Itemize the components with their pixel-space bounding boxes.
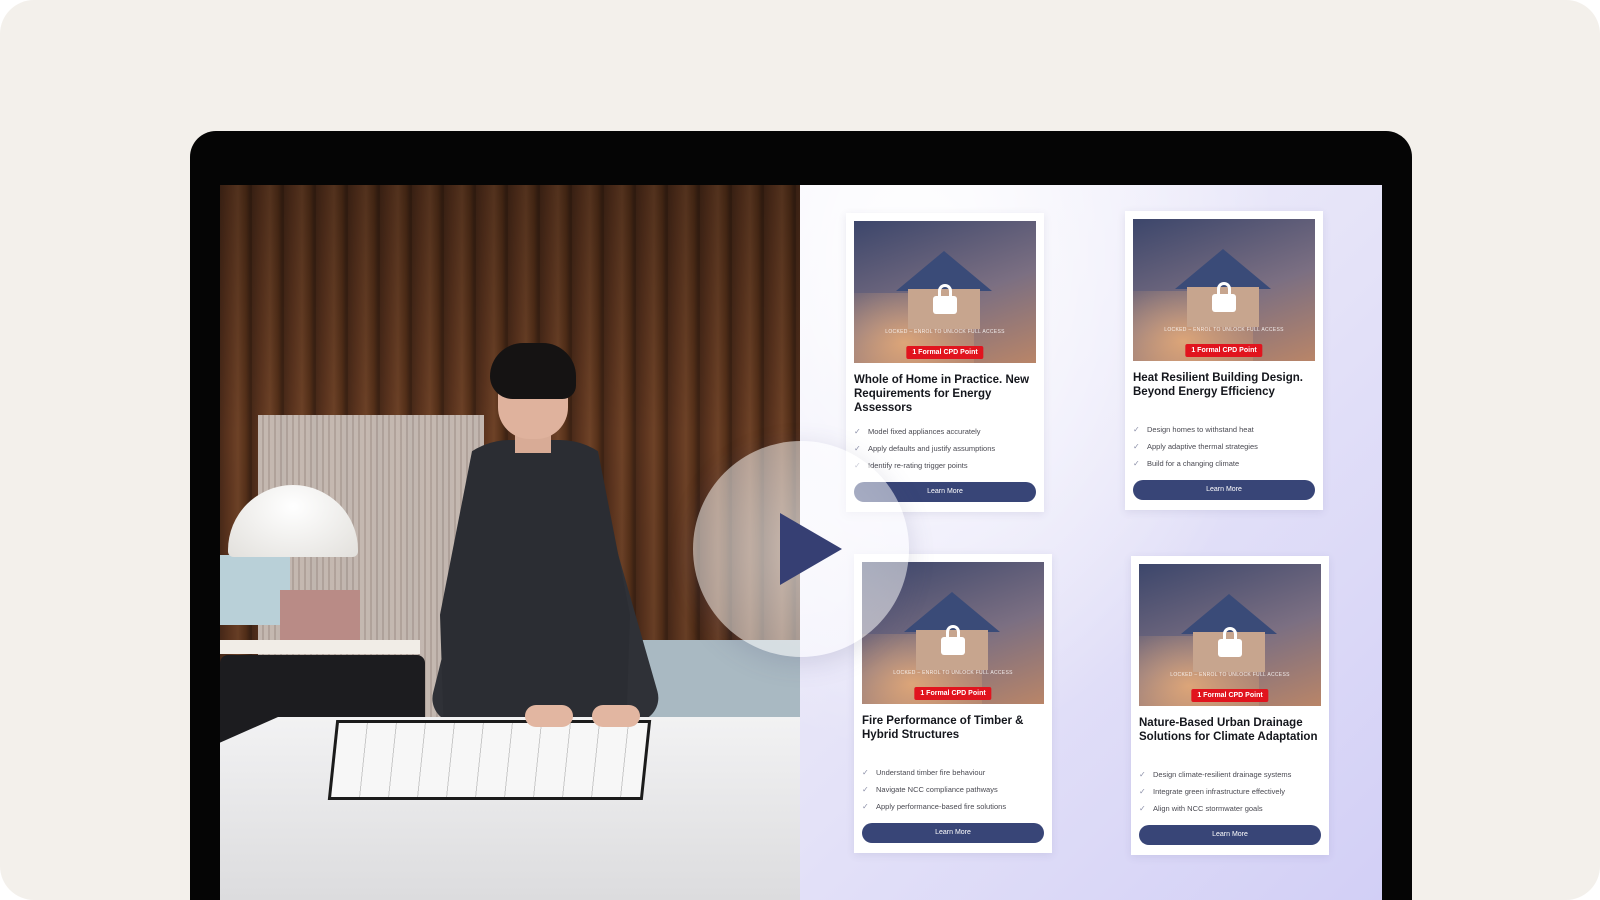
course-outcomes: ✓ Design homes to withstand heat ✓ Apply a…	[1133, 421, 1315, 472]
play-icon	[780, 513, 842, 585]
outcome-text: Apply performance-based fire solutions	[876, 802, 1007, 811]
course-card[interactable]: LOCKED – ENROL TO UNLOCK FULL ACCESS 1 F…	[1125, 211, 1323, 510]
lock-body	[933, 296, 957, 314]
check-icon: ✓	[1133, 459, 1140, 468]
shelf	[220, 640, 420, 654]
course-card[interactable]: LOCKED – ENROL TO UNLOCK FULL ACCESS 1 F…	[846, 213, 1044, 512]
course-outcomes: ✓ Model fixed appliances accurately ✓ Appl…	[854, 423, 1036, 474]
list-item: ✓ Apply defaults and justify assumptions	[854, 440, 1036, 457]
check-icon: ✓	[1139, 804, 1146, 813]
list-item: ✓ Align with NCC stormwater goals	[1139, 800, 1321, 817]
course-thumbnail: LOCKED – ENROL TO UNLOCK FULL ACCESS 1 F…	[854, 221, 1036, 363]
check-icon: ✓	[1139, 787, 1146, 796]
person-hair	[490, 343, 576, 399]
person-hand	[525, 705, 573, 727]
check-icon: ✓	[854, 427, 861, 436]
lock-icon	[941, 625, 965, 656]
list-item: ✓ Design homes to withstand heat	[1133, 421, 1315, 438]
list-item: ✓ Design climate-resilient drainage syste…	[1139, 766, 1321, 783]
course-outcomes: ✓ Understand timber fire behaviour ✓ Navig…	[862, 764, 1044, 815]
check-icon: ✓	[1133, 425, 1140, 434]
lock-icon	[1212, 282, 1236, 313]
lock-caption: LOCKED – ENROL TO UNLOCK FULL ACCESS	[893, 670, 1013, 676]
lock-body	[941, 637, 965, 655]
list-item: ✓ Model fixed appliances accurately	[854, 423, 1036, 440]
outcome-text: Align with NCC stormwater goals	[1153, 804, 1263, 813]
check-icon: ✓	[862, 802, 869, 811]
check-icon: ✓	[862, 768, 869, 777]
course-title: Nature-Based Urban Drainage Solutions fo…	[1139, 717, 1318, 743]
lock-caption: LOCKED – ENROL TO UNLOCK FULL ACCESS	[1170, 672, 1290, 678]
list-item: ✓ Apply performance-based fire solutions	[862, 798, 1044, 815]
video-play-button[interactable]	[693, 441, 909, 657]
lock-icon	[933, 284, 957, 315]
blueprint-sheet	[327, 720, 652, 800]
outcome-text: Design climate-resilient drainage system…	[1153, 770, 1292, 779]
outcome-text: Identify re-rating trigger points	[868, 461, 968, 470]
list-item: ✓ Build for a changing climate	[1133, 455, 1315, 472]
outcome-text: Build for a changing climate	[1147, 459, 1240, 468]
learn-more-button[interactable]: Learn More	[862, 823, 1044, 843]
course-thumbnail: LOCKED – ENROL TO UNLOCK FULL ACCESS 1 F…	[1133, 219, 1315, 361]
outcome-text: Integrate green infrastructure effective…	[1153, 787, 1286, 796]
lock-caption: LOCKED – ENROL TO UNLOCK FULL ACCESS	[885, 329, 1005, 335]
check-icon: ✓	[1133, 442, 1140, 451]
lock-icon	[1218, 627, 1242, 658]
course-title: Fire Performance of Timber & Hybrid Stru…	[862, 715, 1024, 741]
person-hand	[592, 705, 640, 727]
course-thumbnail: LOCKED – ENROL TO UNLOCK FULL ACCESS 1 F…	[1139, 564, 1321, 706]
outcome-text: Apply adaptive thermal strategies	[1147, 442, 1258, 451]
page-background: LOCKED – ENROL TO UNLOCK FULL ACCESS 1 F…	[0, 0, 1600, 900]
learn-more-button[interactable]: Learn More	[1133, 480, 1315, 500]
course-outcomes: ✓ Design climate-resilient drainage syste…	[1139, 766, 1321, 817]
shelf-object	[280, 590, 360, 640]
check-icon: ✓	[1139, 770, 1146, 779]
course-card[interactable]: LOCKED – ENROL TO UNLOCK FULL ACCESS 1 F…	[1131, 556, 1329, 855]
list-item: ✓ Understand timber fire behaviour	[862, 764, 1044, 781]
cpd-badge: 1 Formal CPD Point	[1185, 344, 1263, 357]
lock-body	[1218, 639, 1242, 657]
list-item: ✓ Navigate NCC compliance pathways	[862, 781, 1044, 798]
check-icon: ✓	[854, 444, 861, 453]
lock-caption: LOCKED – ENROL TO UNLOCK FULL ACCESS	[1164, 327, 1284, 333]
lock-body	[1212, 294, 1236, 312]
outcome-text: Model fixed appliances accurately	[868, 427, 981, 436]
outcome-text: Navigate NCC compliance pathways	[876, 785, 998, 794]
list-item: ✓Identify re-rating trigger points	[854, 457, 1036, 474]
learn-more-button[interactable]: Learn More	[1139, 825, 1321, 845]
course-title: Whole of Home in Practice. New Requireme…	[854, 374, 1030, 414]
check-icon: ✓	[862, 785, 869, 794]
list-item: ✓ Apply adaptive thermal strategies	[1133, 438, 1315, 455]
outcome-text: Understand timber fire behaviour	[876, 768, 986, 777]
list-item: ✓ Integrate green infrastructure effectiv…	[1139, 783, 1321, 800]
course-title: Heat Resilient Building Design. Beyond E…	[1133, 372, 1303, 398]
outcome-text: Design homes to withstand heat	[1147, 425, 1254, 434]
cpd-badge: 1 Formal CPD Point	[1191, 689, 1269, 702]
cpd-badge: 1 Formal CPD Point	[914, 687, 992, 700]
outcome-text: Apply defaults and justify assumptions	[868, 444, 996, 453]
cpd-badge: 1 Formal CPD Point	[906, 346, 984, 359]
